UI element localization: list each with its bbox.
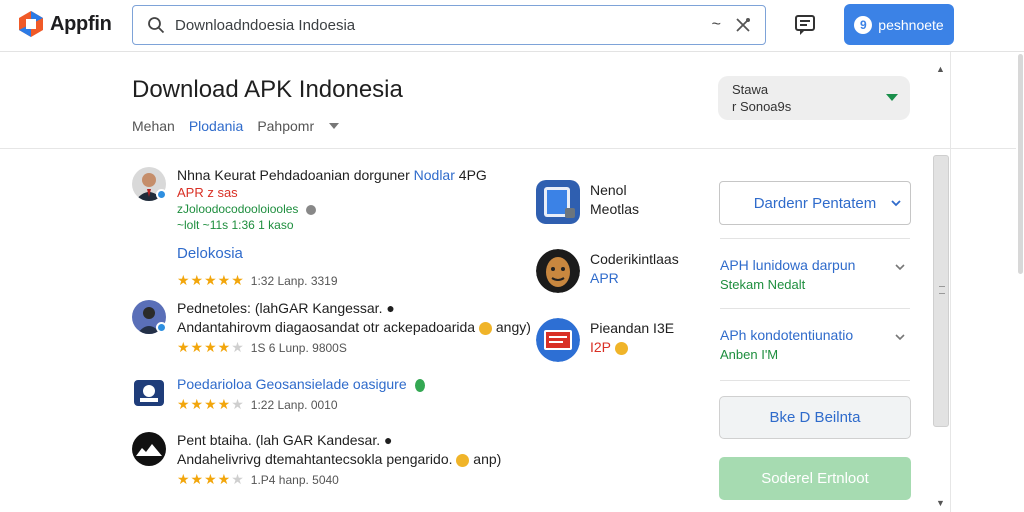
caret-down-icon bbox=[886, 94, 898, 101]
breadcrumb: Mehan Plodania Pahpomr bbox=[132, 118, 340, 134]
divider bbox=[0, 148, 1016, 149]
chevron-down-icon[interactable] bbox=[328, 120, 340, 132]
primary-button-badge: 9 bbox=[854, 15, 873, 34]
verified-badge-icon bbox=[156, 322, 167, 333]
app-name: Appfin bbox=[50, 12, 112, 35]
option-item[interactable]: APH lunidowa darpun Stekam Nedalt bbox=[720, 257, 905, 292]
search-input[interactable]: Downloadndoesia Indoesia bbox=[175, 17, 712, 34]
option-title: APH lunidowa darpun bbox=[720, 257, 856, 273]
section-meta-text: 1:32 Lanp. 3319 bbox=[250, 273, 338, 288]
message-icon[interactable] bbox=[794, 14, 816, 36]
status-value: r Sonoa9s bbox=[732, 99, 792, 114]
primary-button-label: peshnoete bbox=[878, 16, 944, 33]
app-logo-icon bbox=[19, 11, 43, 37]
search-icon bbox=[148, 17, 165, 34]
review-text-body: Andantahirovm diagaosandat otr ackepadoa… bbox=[177, 319, 476, 335]
sort-dropdown[interactable]: Dardenr Pentatem bbox=[719, 181, 911, 225]
scrollbar[interactable] bbox=[933, 155, 949, 427]
option-subtitle: Anben I'M bbox=[720, 347, 779, 362]
review-author: Pent btaiha. (lah GAR Kandesar. ● bbox=[177, 432, 393, 448]
rating-stars: ★★★★★ bbox=[177, 272, 245, 288]
clear-icon[interactable] bbox=[735, 17, 751, 33]
section-heading[interactable]: Delokosia bbox=[177, 245, 243, 262]
badge-icon bbox=[614, 341, 628, 355]
top-bar: Appfin Downloadndoesia Indoesia ~ 9 pesh… bbox=[0, 0, 1024, 52]
review-meta: ★★★★★ 1.P4 hanp. 5040 bbox=[177, 471, 501, 488]
review-link[interactable]: Nodlar bbox=[414, 167, 455, 183]
review-meta-text: 1.P4 hanp. 5040 bbox=[250, 472, 339, 487]
breadcrumb-item-active[interactable]: Plodania bbox=[189, 118, 244, 134]
review-title: Poedarioloa Geosansielade oasigure bbox=[177, 376, 425, 392]
review-text-body: Andahelivrivg dtemahtantecsokla pengarid… bbox=[177, 451, 453, 467]
leaf-icon bbox=[414, 378, 425, 392]
id-card-app-icon bbox=[536, 318, 580, 362]
app-subtitle: Meotlas bbox=[590, 201, 640, 217]
sort-dropdown-label: Dardenr Pentatem bbox=[753, 194, 877, 212]
review-meta: ~lolt ~11s 1:36 1 kaso bbox=[177, 218, 294, 232]
section-meta: ★★★★★ 1:32 Lanp. 3319 bbox=[177, 272, 338, 289]
review-version: APR z sas bbox=[177, 185, 238, 200]
review-status: zJoloodocodooloiooles bbox=[177, 202, 299, 216]
rating-stars: ★★★★★ bbox=[177, 396, 245, 412]
page-title: Download APK Indonesia bbox=[132, 76, 403, 103]
review-text-tail: angy) bbox=[495, 319, 531, 335]
divider bbox=[720, 238, 910, 239]
app-name: Pieandan I3E bbox=[590, 320, 675, 336]
page-scrollbar[interactable] bbox=[1018, 54, 1023, 274]
chevron-down-icon[interactable] bbox=[894, 261, 906, 273]
rating-stars: ★★★★★ bbox=[177, 471, 245, 487]
divider bbox=[720, 380, 910, 381]
breadcrumb-item[interactable]: Mehan bbox=[132, 118, 175, 134]
app-name: Nenol bbox=[590, 182, 627, 198]
review-author: Pednetoles: (lahGAR Kangessar. ● bbox=[177, 300, 395, 316]
breadcrumb-item[interactable]: Pahpomr bbox=[257, 118, 314, 134]
scroll-up-arrow-icon[interactable]: ▲ bbox=[936, 64, 945, 74]
review-link[interactable]: Poedarioloa Geosansielade oasigure bbox=[177, 376, 407, 392]
app-subtitle-text: I2P bbox=[590, 339, 611, 355]
submit-button[interactable]: Soderel Ertnloot bbox=[719, 457, 911, 500]
divider bbox=[950, 52, 951, 512]
divider bbox=[720, 308, 910, 309]
search-tilde: ~ bbox=[711, 16, 721, 33]
option-title: APh kondotentiunatio bbox=[720, 327, 854, 343]
primary-button[interactable]: 9 peshnoete bbox=[844, 4, 954, 45]
frame-app-icon bbox=[536, 180, 580, 224]
app-name: Coderikintlaas bbox=[590, 251, 679, 267]
review-text-tail: anp) bbox=[473, 451, 502, 467]
info-icon bbox=[305, 204, 316, 215]
review-text: Andantahirovm diagaosandat otr ackepadoa… bbox=[177, 319, 531, 335]
app-logo[interactable]: Appfin bbox=[18, 10, 112, 38]
review-text: Andahelivrivg dtemahtantecsokla pengarid… bbox=[177, 451, 501, 467]
secondary-button[interactable]: Bke D Beilnta bbox=[719, 396, 911, 439]
review-tag: 4PG bbox=[458, 167, 487, 183]
review-status-line: zJoloodocodooloiooles bbox=[177, 202, 487, 216]
face-app-icon bbox=[536, 249, 580, 293]
status-dropdown[interactable]: Stawa r Sonoa9s bbox=[718, 76, 910, 120]
option-subtitle: Stekam Nedalt bbox=[720, 277, 806, 292]
search-bar[interactable]: Downloadndoesia Indoesia ~ bbox=[132, 5, 766, 45]
chevron-down-icon[interactable] bbox=[894, 331, 906, 343]
avatar bbox=[132, 432, 166, 466]
chevron-down-icon bbox=[891, 200, 901, 207]
status-label: Stawa bbox=[732, 82, 769, 97]
review-meta: ★★★★★ 1S 6 Lunp. 9800S bbox=[177, 339, 531, 356]
scrollbar-grip[interactable] bbox=[939, 286, 945, 294]
review-meta-text: 1:22 Lanp. 0010 bbox=[250, 397, 338, 412]
review-title: Nhna Keurat Pehdadoanian dorguner Nodlar… bbox=[177, 167, 487, 183]
rating-stars: ★★★★★ bbox=[177, 339, 245, 355]
app-avatar bbox=[132, 376, 166, 410]
review-meta-text: 1S 6 Lunp. 9800S bbox=[250, 340, 347, 355]
review-author: Nhna Keurat Pehdadoanian dorguner bbox=[177, 167, 410, 183]
app-subtitle: I2P bbox=[590, 339, 674, 355]
app-subtitle: APR bbox=[590, 270, 619, 286]
verified-badge-icon bbox=[156, 189, 167, 200]
scroll-down-arrow-icon[interactable]: ▼ bbox=[936, 498, 945, 508]
smile-icon bbox=[479, 321, 492, 335]
review-meta: ★★★★★ 1:22 Lanp. 0010 bbox=[177, 396, 425, 413]
option-item[interactable]: APh kondotentiunatio Anben I'M bbox=[720, 327, 905, 362]
smile-icon bbox=[456, 453, 470, 467]
